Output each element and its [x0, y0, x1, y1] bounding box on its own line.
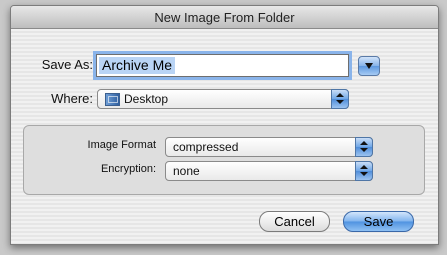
where-label: Where: [51, 91, 93, 106]
save-as-value: Archive Me [99, 57, 176, 74]
encryption-value: none [173, 164, 200, 178]
title-bar: New Image From Folder [11, 6, 438, 29]
save-as-label: Save As: [41, 57, 93, 72]
save-as-input[interactable]: Archive Me [96, 54, 349, 77]
image-format-label: Image Format [87, 139, 156, 151]
save-button[interactable]: Save [343, 211, 414, 232]
cancel-button[interactable]: Cancel [259, 211, 330, 232]
popup-arrows-icon [331, 89, 349, 109]
image-format-popup[interactable]: compressed [165, 137, 373, 157]
expand-disclosure-button[interactable] [358, 56, 380, 76]
image-format-value: compressed [173, 140, 239, 154]
popup-arrows-icon [355, 137, 373, 157]
popup-arrows-icon [355, 161, 373, 181]
where-value: Desktop [124, 92, 169, 106]
dialog-window: New Image From Folder Save As: Archive M… [10, 5, 439, 245]
disclosure-triangle-icon [365, 63, 373, 69]
encryption-popup[interactable]: none [165, 161, 373, 181]
encryption-label: Encryption: [100, 163, 156, 175]
desktop-folder-icon [105, 93, 120, 106]
image-options-group: Image Format compressed Encryption: none [23, 125, 425, 195]
dialog-title: New Image From Folder [154, 10, 295, 25]
dialog-content: Save As: Archive Me Where: Desktop Image… [11, 29, 438, 244]
where-popup[interactable]: Desktop [97, 89, 349, 109]
